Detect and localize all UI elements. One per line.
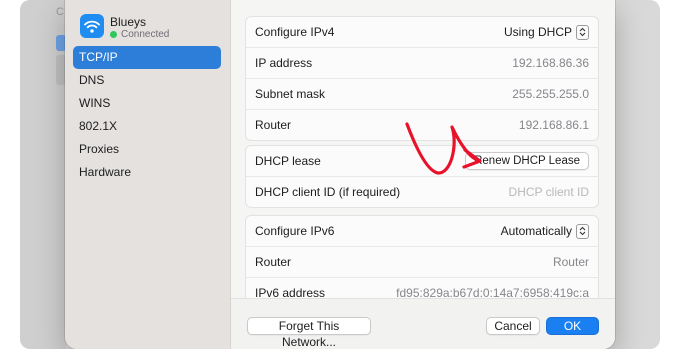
- dhcp-client-id-field[interactable]: DHCP client ID: [509, 185, 589, 199]
- subnet-mask-value: 255.255.255.0: [512, 87, 589, 101]
- configure-ipv6-label: Configure IPv6: [255, 224, 335, 238]
- connected-status-dot: [110, 31, 117, 38]
- ipv6-router-value: Router: [552, 255, 589, 269]
- configure-ipv6-row: Configure IPv6 Automatically: [246, 216, 598, 246]
- cancel-button[interactable]: Cancel: [486, 317, 540, 335]
- router-value: 192.168.86.1: [518, 118, 589, 132]
- ipv6-router-label: Router: [255, 255, 292, 269]
- sidebar-item-proxies[interactable]: Proxies: [73, 138, 221, 161]
- ipv6-group: Configure IPv6 Automatically Router Rout…: [245, 215, 599, 307]
- ok-button[interactable]: OK: [546, 317, 599, 335]
- network-header: Blueys Connected: [80, 14, 230, 44]
- sidebar-item-dns[interactable]: DNS: [73, 69, 221, 92]
- configure-ipv4-label: Configure IPv4: [255, 25, 335, 39]
- sidebar-item-hardware[interactable]: Hardware: [73, 161, 221, 184]
- renew-dhcp-lease-button[interactable]: Renew DHCP Lease: [465, 152, 589, 170]
- ipv6-router-row: Router Router: [246, 246, 598, 277]
- ip-address-value: 192.168.86.36: [512, 56, 589, 70]
- ip-address-row: IP address 192.168.86.36: [246, 47, 598, 78]
- dhcp-client-id-row: DHCP client ID (if required) DHCP client…: [246, 176, 598, 207]
- network-details-sheet: Blueys Connected TCP/IP DNS WINS 802.1X …: [65, 0, 615, 349]
- configure-ipv4-popup[interactable]: Using DHCP: [503, 24, 589, 40]
- tcpip-panel: Configure IPv4 Using DHCP IP address 192…: [231, 0, 615, 349]
- configure-ipv6-value: Automatically: [500, 224, 572, 238]
- wifi-icon: [80, 14, 104, 38]
- sidebar-item-8021x[interactable]: 802.1X: [73, 115, 221, 138]
- background-clipped-label: C: [56, 6, 64, 18]
- router-row: Router 192.168.86.1: [246, 109, 598, 140]
- subnet-mask-label: Subnet mask: [255, 87, 326, 101]
- background-sidebar: C: [20, 0, 66, 349]
- network-name: Blueys: [110, 15, 147, 29]
- configure-ipv4-row: Configure IPv4 Using DHCP: [246, 17, 598, 47]
- chevron-updown-icon: [576, 24, 589, 40]
- network-status: Connected: [110, 29, 169, 40]
- configure-ipv4-value: Using DHCP: [503, 25, 572, 39]
- dhcp-client-id-label: DHCP client ID (if required): [255, 185, 401, 199]
- chevron-updown-icon: [576, 223, 589, 239]
- sidebar-list: TCP/IP DNS WINS 802.1X Proxies Hardware: [73, 46, 221, 184]
- configure-ipv6-popup[interactable]: Automatically: [500, 223, 589, 239]
- sidebar-item-wins[interactable]: WINS: [73, 92, 221, 115]
- router-label: Router: [255, 118, 292, 132]
- ipv4-group: Configure IPv4 Using DHCP IP address 192…: [245, 16, 599, 141]
- sheet-footer: Forget This Network... Cancel OK: [231, 298, 615, 349]
- dhcp-lease-row: DHCP lease Renew DHCP Lease: [246, 146, 598, 176]
- sidebar-item-tcpip[interactable]: TCP/IP: [73, 46, 221, 69]
- ip-address-label: IP address: [255, 56, 313, 70]
- sidebar: Blueys Connected TCP/IP DNS WINS 802.1X …: [65, 0, 231, 349]
- dhcp-group: DHCP lease Renew DHCP Lease DHCP client …: [245, 145, 599, 208]
- subnet-mask-row: Subnet mask 255.255.255.0: [246, 78, 598, 109]
- dhcp-lease-label: DHCP lease: [255, 154, 321, 168]
- forget-network-button[interactable]: Forget This Network...: [247, 317, 371, 349]
- network-status-text: Connected: [121, 29, 170, 40]
